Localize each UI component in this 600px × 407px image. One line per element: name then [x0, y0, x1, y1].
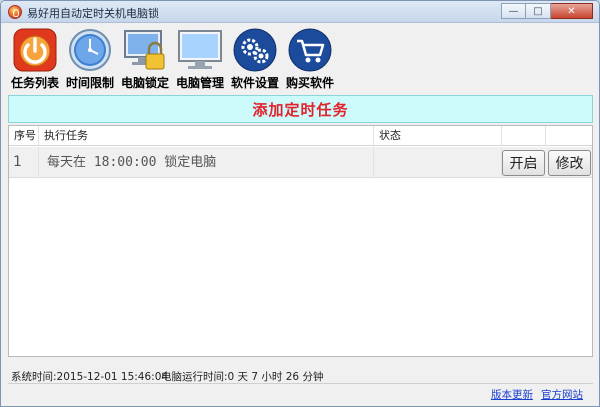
divider [8, 383, 593, 384]
toolbar-label: 电脑锁定 [120, 76, 169, 90]
toolbar-time-limit[interactable]: 时间限制 [62, 25, 117, 91]
toolbar-software-settings[interactable]: 软件设置 [227, 25, 282, 91]
window-controls: — □ ✕ [501, 3, 593, 19]
title-bar[interactable]: 易好用自动定时关机电脑锁 — □ ✕ [1, 1, 599, 23]
power-icon [13, 28, 57, 72]
gears-icon [233, 28, 277, 72]
cart-icon [288, 28, 332, 72]
header-empty [502, 126, 546, 146]
edit-button[interactable]: 修改 [548, 150, 591, 176]
monitor-icon [178, 30, 222, 69]
update-link[interactable]: 版本更新 [491, 387, 533, 402]
add-task-label: 添加定时任务 [252, 100, 349, 119]
enable-button[interactable]: 开启 [502, 150, 545, 176]
monitor-lock-icon [124, 30, 165, 70]
toolbar-label: 电脑管理 [175, 76, 224, 90]
app-window: 易好用自动定时关机电脑锁 — □ ✕ 任务列表 时间限制 电脑锁定 电脑管理 软… [0, 0, 600, 407]
table-row[interactable]: 1 每天在 18:00:00 锁定电脑 开启 修改 [9, 147, 592, 178]
header-index: 序号 [9, 126, 39, 146]
task-table: 序号 执行任务 状态 1 每天在 18:00:00 锁定电脑 开启 修改 [8, 125, 593, 357]
app-logo-icon [8, 5, 22, 19]
clock-icon [69, 29, 111, 71]
toolbar-computer-manage[interactable]: 电脑管理 [172, 25, 227, 91]
close-button[interactable]: ✕ [551, 3, 593, 19]
window-title: 易好用自动定时关机电脑锁 [27, 7, 159, 20]
toolbar-label: 购买软件 [285, 76, 334, 90]
table-header: 序号 执行任务 状态 [9, 126, 592, 146]
row-task: 每天在 18:00:00 锁定电脑 [39, 147, 374, 178]
toolbar-label: 任务列表 [10, 76, 59, 90]
minimize-button[interactable]: — [501, 3, 526, 19]
toolbar: 任务列表 时间限制 电脑锁定 电脑管理 软件设置 购买软件 [7, 25, 337, 91]
add-task-banner[interactable]: 添加定时任务 [8, 95, 593, 123]
header-status: 状态 [374, 126, 502, 146]
row-index: 1 [9, 147, 39, 178]
header-task: 执行任务 [39, 126, 374, 146]
toolbar-task-list[interactable]: 任务列表 [7, 25, 62, 91]
computer-uptime: 电脑运行时间:0 天 7 小时 26 分钟 [161, 371, 324, 383]
footer-links: 版本更新 官方网站 [491, 387, 583, 402]
system-time: 系统时间:2015-12-01 15:46:04 [11, 371, 169, 383]
maximize-button[interactable]: □ [526, 3, 551, 19]
toolbar-computer-lock[interactable]: 电脑锁定 [117, 25, 172, 91]
row-status [374, 147, 502, 178]
toolbar-label: 软件设置 [230, 76, 279, 90]
toolbar-label: 时间限制 [65, 76, 114, 90]
toolbar-buy-software[interactable]: 购买软件 [282, 25, 337, 91]
website-link[interactable]: 官方网站 [541, 387, 583, 402]
status-bar: 系统时间:2015-12-01 15:46:04 电脑运行时间:0 天 7 小时… [8, 367, 593, 383]
